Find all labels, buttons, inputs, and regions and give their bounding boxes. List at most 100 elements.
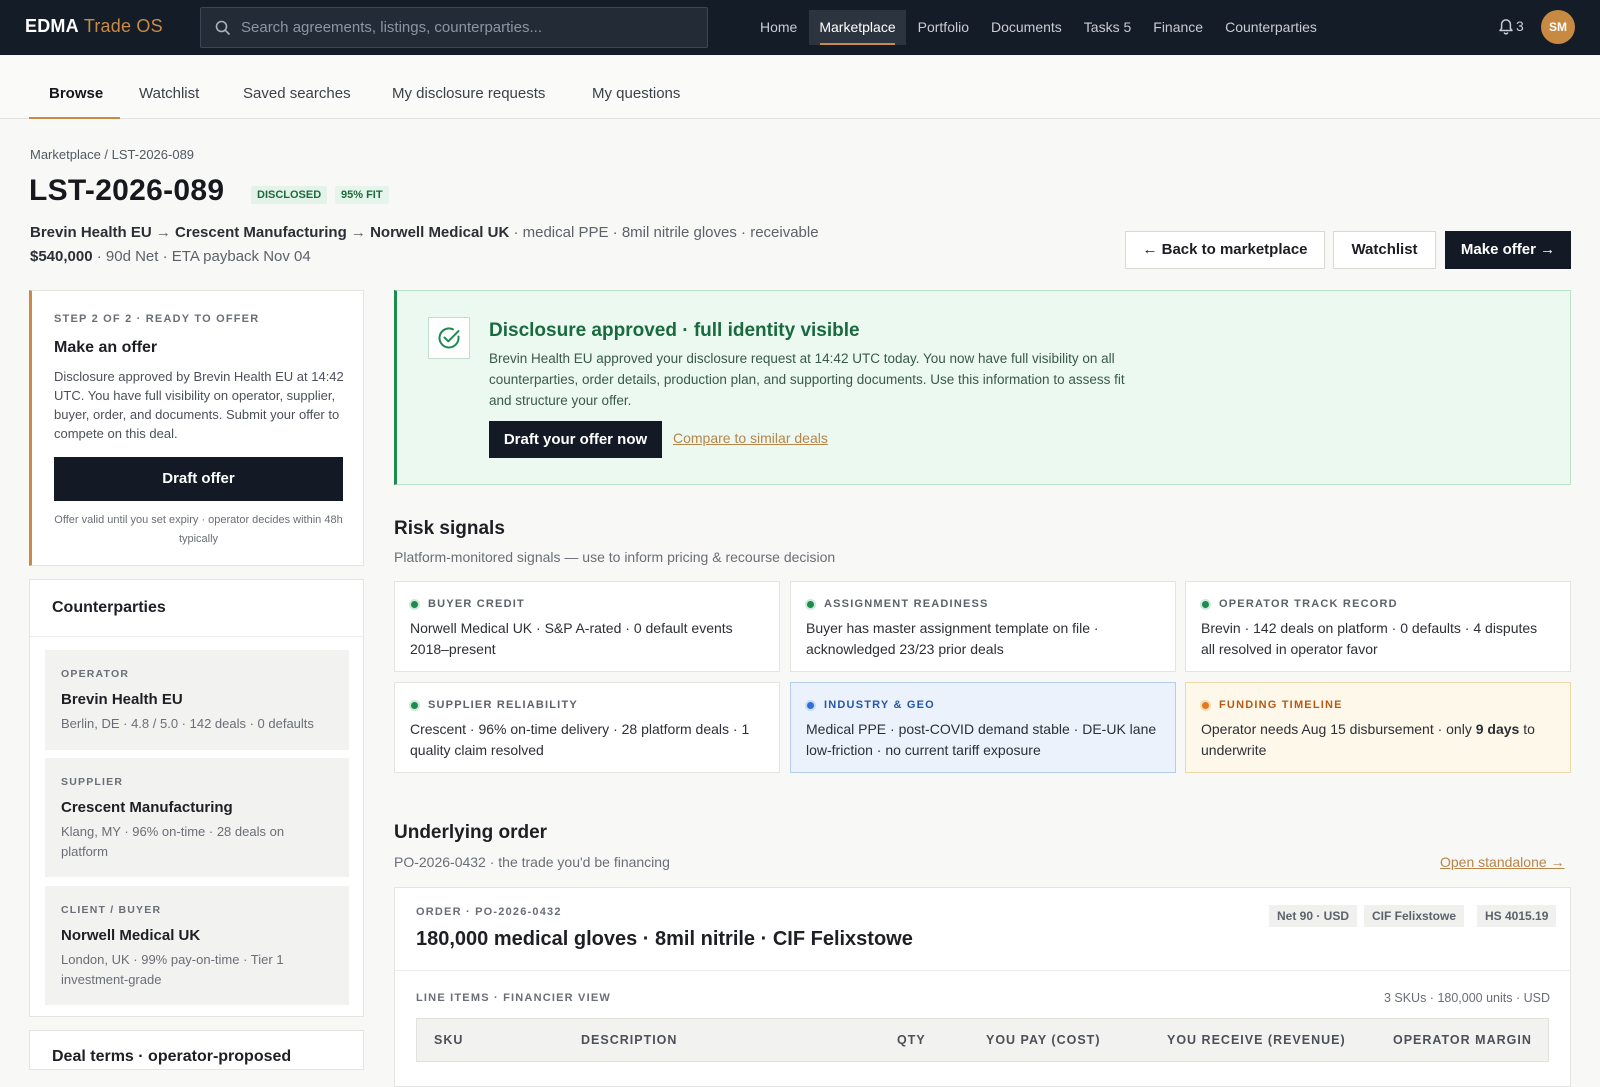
line-items-meta: 3 SKUs · 180,000 units · USD	[1383, 991, 1550, 1005]
line-items-label: LINE ITEMS · FINANCIER VIEW	[416, 992, 611, 1004]
status-dot-icon	[805, 699, 816, 711]
counterparty-meta: Berlin, DE · 4.8 / 5.0 · 142 deals · 0 d…	[61, 716, 314, 731]
draft-offer-button[interactable]: Draft offer	[54, 457, 343, 501]
tab-my-questions[interactable]: My questions	[592, 85, 680, 102]
counterparty-name: Norwell Medical UK	[61, 927, 201, 944]
status-dot-icon	[1200, 699, 1211, 711]
underlying-order-subtitle: PO-2026-0432 · the trade you'd be financ…	[394, 854, 670, 870]
main-nav: Home Marketplace Portfolio Documents Tas…	[750, 10, 1329, 45]
user-avatar[interactable]: SM	[1541, 10, 1575, 44]
risk-signal-buyer-credit: BUYER CREDIT Norwell Medical UK · S&P A-…	[394, 581, 780, 672]
compare-similar-deals-link[interactable]: Compare to similar deals	[673, 430, 828, 446]
status-dot-icon	[1200, 598, 1211, 610]
status-dot-icon	[409, 598, 420, 610]
status-badge-disclosed: DISCLOSED	[251, 186, 328, 204]
notification-count: 3	[1516, 18, 1524, 34]
search-input[interactable]	[241, 8, 691, 47]
breadcrumb[interactable]: Marketplace / LST-2026-089	[30, 147, 194, 162]
nav-portfolio[interactable]: Portfolio	[908, 10, 979, 45]
counterparty-operator[interactable]: OPERATOR Brevin Health EU Berlin, DE · 4…	[45, 650, 349, 750]
risk-signal-supplier-reliability: SUPPLIER RELIABILITY Crescent · 96% on-t…	[394, 682, 780, 773]
counterparties-card: Counterparties OPERATOR Brevin Health EU…	[29, 579, 364, 1017]
approval-body: Brevin Health EU approved your disclosur…	[489, 351, 1125, 408]
underlying-order-title: Underlying order	[394, 822, 548, 843]
nav-tasks[interactable]: Tasks 5	[1074, 10, 1141, 45]
order-kicker: ORDER · PO-2026-0432	[416, 906, 562, 918]
buyer-name: Norwell Medical UK	[370, 224, 510, 241]
draft-your-offer-button[interactable]: Draft your offer now	[489, 421, 662, 458]
step-label: STEP 2 OF 2 · READY TO OFFER	[54, 313, 260, 325]
bell-icon	[1499, 19, 1513, 35]
back-to-marketplace-button[interactable]: ← Back to marketplace	[1125, 231, 1325, 269]
marketplace-tabs: Browse Watchlist Saved searches My discl…	[0, 55, 1600, 119]
column-header-margin[interactable]: OPERATOR MARGIN	[1393, 1033, 1532, 1047]
column-header-revenue[interactable]: YOU RECEIVE (REVENUE)	[1167, 1033, 1346, 1047]
counterparty-role: CLIENT / BUYER	[61, 904, 162, 916]
tab-browse[interactable]: Browse	[49, 85, 103, 102]
offer-card-title: Make an offer	[54, 339, 158, 356]
app-logo[interactable]: EDMA Trade OS	[25, 16, 163, 37]
column-header-description[interactable]: DESCRIPTION	[581, 1033, 677, 1047]
column-header-cost[interactable]: YOU PAY (COST)	[986, 1033, 1100, 1047]
arrow-icon: →	[350, 224, 366, 241]
open-standalone-link[interactable]: Open standalone →	[1440, 854, 1565, 870]
counterparty-supplier[interactable]: SUPPLIER Crescent Manufacturing Klang, M…	[45, 758, 349, 877]
arrow-icon: →	[155, 224, 171, 241]
search-icon	[215, 20, 231, 36]
risk-signal-industry-geo: INDUSTRY & GEO Medical PPE · post-COVID …	[790, 682, 1176, 773]
counterparties-title: Counterparties	[52, 599, 166, 616]
nav-home[interactable]: Home	[750, 10, 807, 45]
deal-terms-card: Deal terms · operator-proposed	[29, 1030, 364, 1070]
notifications-button[interactable]: 3	[1496, 16, 1524, 36]
risk-signal-funding-timeline: FUNDING TIMELINE Operator needs Aug 15 d…	[1185, 682, 1571, 773]
column-header-qty[interactable]: QTY	[897, 1033, 926, 1047]
line-items-table-header: SKU DESCRIPTION QTY YOU PAY (COST) YOU R…	[416, 1018, 1549, 1062]
active-tab-indicator	[29, 117, 120, 119]
deal-descriptor: · medical PPE · 8mil nitrile gloves · re…	[509, 224, 819, 241]
check-circle-icon	[428, 317, 470, 359]
counterparty-role: SUPPLIER	[61, 776, 124, 788]
top-navigation-bar: EDMATrade OS Home Marketplace Portfolio …	[0, 0, 1600, 55]
counterparty-role: OPERATOR	[61, 668, 130, 680]
nav-documents[interactable]: Documents	[981, 10, 1072, 45]
risk-signals-subtitle: Platform-monitored signals — use to info…	[394, 549, 836, 565]
risk-signals-title: Risk signals	[394, 518, 505, 539]
disclosure-approved-banner: Disclosure approved · full identity visi…	[394, 290, 1571, 485]
deal-parties: Brevin Health EU → Crescent Manufacturin…	[30, 224, 819, 241]
order-card: ORDER · PO-2026-0432 180,000 medical glo…	[394, 887, 1571, 1087]
watchlist-button[interactable]: Watchlist	[1333, 231, 1436, 269]
counterparty-name: Crescent Manufacturing	[61, 799, 233, 816]
order-tag-terms: Net 90 · USD	[1269, 905, 1358, 927]
divider	[395, 970, 1570, 971]
nav-marketplace[interactable]: Marketplace	[809, 10, 906, 45]
offer-validity-note: Offer valid until you set expiry · opera…	[54, 514, 343, 545]
deal-amount: $540,000 · 90d Net · ETA payback Nov 04	[30, 248, 311, 265]
supplier-name: Crescent Manufacturing	[175, 224, 347, 241]
nav-counterparties[interactable]: Counterparties	[1215, 10, 1327, 45]
make-offer-card: STEP 2 OF 2 · READY TO OFFER Make an off…	[29, 290, 364, 566]
divider	[30, 636, 363, 637]
tab-saved-searches[interactable]: Saved searches	[243, 85, 351, 102]
order-tag-incoterm: CIF Felixstowe	[1364, 905, 1465, 927]
make-offer-button[interactable]: Make offer →	[1445, 231, 1571, 269]
global-search[interactable]	[200, 7, 708, 48]
order-tag-hs-code: HS 4015.19	[1477, 905, 1557, 927]
offer-card-body: Disclosure approved by Brevin Health EU …	[54, 369, 344, 441]
counterparty-meta: Klang, MY · 96% on-time · 28 deals on pl…	[61, 824, 285, 859]
tab-disclosure-requests[interactable]: My disclosure requests	[392, 85, 545, 102]
risk-signal-operator-track-record: OPERATOR TRACK RECORD Brevin · 142 deals…	[1185, 581, 1571, 672]
column-header-sku[interactable]: SKU	[434, 1033, 463, 1047]
fit-badge: 95% FIT	[335, 186, 389, 204]
tab-watchlist[interactable]: Watchlist	[139, 85, 199, 102]
nav-finance[interactable]: Finance	[1143, 10, 1213, 45]
deal-terms-title: Deal terms · operator-proposed	[52, 1048, 292, 1065]
order-headline: 180,000 medical gloves · 8mil nitrile · …	[416, 928, 913, 950]
status-dot-icon	[409, 699, 420, 711]
risk-signal-assignment-readiness: ASSIGNMENT READINESS Buyer has master as…	[790, 581, 1176, 672]
page-title: LST-2026-089	[29, 174, 225, 207]
counterparty-name: Brevin Health EU	[61, 691, 183, 708]
counterparty-buyer[interactable]: CLIENT / BUYER Norwell Medical UK London…	[45, 886, 349, 1005]
status-dot-icon	[805, 598, 816, 610]
counterparty-meta: London, UK · 99% pay-on-time · Tier 1 in…	[61, 952, 284, 987]
operator-name: Brevin Health EU	[30, 224, 152, 241]
